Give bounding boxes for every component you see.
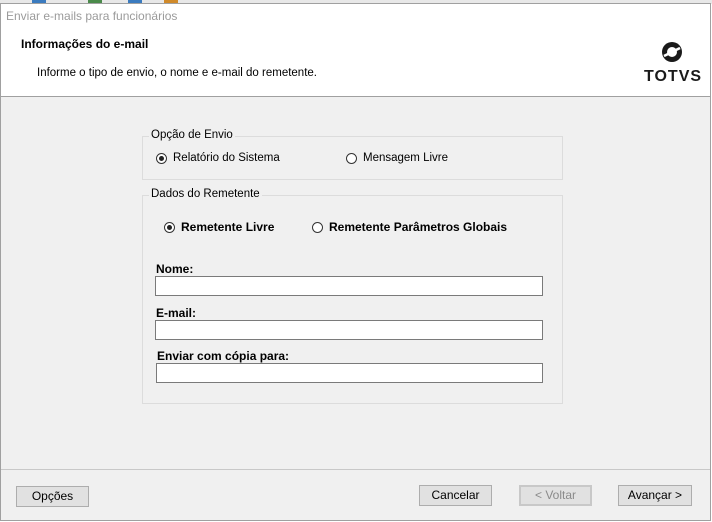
nome-label: Nome:: [156, 262, 194, 276]
wizard-window: Enviar e-mails para funcionários Informa…: [0, 3, 711, 521]
cc-input[interactable]: [156, 363, 543, 383]
radio-remetente-parametros-globais[interactable]: Remetente Parâmetros Globais: [312, 220, 507, 234]
cancel-button[interactable]: Cancelar: [419, 485, 492, 506]
logo-text: TOTVS: [644, 68, 703, 85]
radio-checked-icon: [164, 221, 175, 233]
radio-mensagem-livre[interactable]: Mensagem Livre: [346, 152, 448, 164]
totvs-logo: TOTVS: [644, 40, 703, 90]
page-subtitle: Informe o tipo de envio, o nome e e-mail…: [37, 67, 317, 79]
page-title: Informações do e-mail: [21, 37, 149, 51]
options-button[interactable]: Opções: [16, 486, 89, 507]
envio-group: Opção de Envio Relatório do Sistema Mens…: [142, 129, 563, 180]
radio-label: Remetente Parâmetros Globais: [329, 220, 508, 234]
radio-unchecked-icon: [346, 152, 357, 164]
remetente-group-label: Dados do Remetente: [149, 188, 262, 200]
nome-input[interactable]: [155, 276, 543, 296]
wizard-header: Informações do e-mail Informe o tipo de …: [1, 26, 710, 97]
radio-checked-icon: [156, 152, 167, 164]
footer-divider: [1, 469, 710, 470]
email-input[interactable]: [155, 320, 543, 340]
radio-label: Mensagem Livre: [363, 152, 449, 164]
email-label: E-mail:: [156, 306, 197, 320]
back-button[interactable]: < Voltar: [519, 485, 592, 506]
cc-label: Enviar com cópia para:: [157, 349, 290, 363]
envio-group-label: Opção de Envio: [149, 129, 235, 141]
title-bar[interactable]: Enviar e-mails para funcionários: [1, 4, 710, 26]
radio-unchecked-icon: [312, 221, 323, 233]
totvs-logo-icon: [662, 42, 682, 62]
radio-remetente-livre[interactable]: Remetente Livre: [164, 220, 274, 234]
radio-relatorio-sistema[interactable]: Relatório do Sistema: [156, 152, 280, 164]
radio-label: Relatório do Sistema: [173, 152, 280, 164]
window-title: Enviar e-mails para funcionários: [6, 9, 178, 23]
radio-label: Remetente Livre: [181, 220, 275, 234]
remetente-group: Dados do Remetente Remetente Livre Remet…: [142, 188, 563, 404]
next-button[interactable]: Avançar >: [618, 485, 692, 506]
